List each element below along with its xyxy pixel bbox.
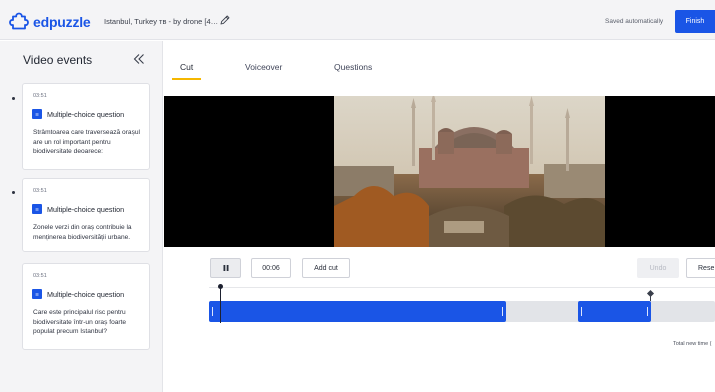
logo-text: edpuzzle [33, 14, 91, 30]
question-text: Zonele verzi din oraș contribuie la menț… [33, 224, 132, 241]
video-title[interactable]: Istanbul, Turkey тв - by drone [4… [104, 17, 218, 26]
timeline-dot [12, 97, 15, 100]
segment-start-handle[interactable] [581, 307, 582, 316]
timeline-ruler [209, 287, 715, 288]
pause-icon [223, 265, 228, 271]
video-player[interactable] [164, 96, 715, 247]
event-time: 03:51 [33, 93, 47, 99]
event-type-label: Multiple-choice question [47, 110, 125, 119]
segment-start-handle[interactable] [212, 307, 213, 316]
tab-cut[interactable]: Cut [180, 62, 193, 72]
add-cut-button[interactable]: Add cut [302, 258, 350, 278]
segment-end-handle[interactable] [647, 307, 648, 316]
segment-end-handle[interactable] [502, 307, 503, 316]
event-card[interactable]: 03:51 ☰ Multiple-choice question Strâmto… [22, 83, 150, 170]
double-chevron-left-icon[interactable] [132, 52, 146, 66]
saved-status: Saved automatically [605, 18, 664, 25]
event-type-label: Multiple-choice question [47, 290, 125, 299]
tab-voiceover[interactable]: Voiceover [245, 62, 282, 72]
timeline-dot [12, 191, 15, 194]
active-tab-indicator [172, 78, 201, 80]
sidebar-title: Video events [23, 53, 93, 67]
event-card[interactable]: 03:51 ☰ Multiple-choice question Care es… [22, 263, 150, 350]
event-time: 03:51 [33, 273, 47, 279]
kept-segment[interactable] [578, 301, 651, 322]
event-card[interactable]: 03:51 ☰ Multiple-choice question Zonele … [22, 178, 150, 252]
video-events-sidebar: Video events 03:51 ☰ Multiple-choice que… [0, 41, 163, 392]
finish-button[interactable]: Finish [675, 10, 715, 33]
video-thumbnail [334, 96, 605, 247]
pencil-icon[interactable] [219, 14, 231, 26]
question-marker-stem [650, 296, 651, 301]
total-new-time-label: Total new time ( [673, 341, 712, 347]
multiple-choice-icon: ☰ [32, 289, 42, 299]
multiple-choice-icon: ☰ [32, 109, 42, 119]
question-text: Care este principalul risc pentru biodiv… [33, 309, 127, 335]
edpuzzle-logo-icon [9, 12, 29, 30]
question-text: Strâmtoarea care traversează orașul are … [33, 129, 141, 155]
current-time-field[interactable]: 00:06 [251, 258, 291, 278]
multiple-choice-icon: ☰ [32, 204, 42, 214]
reset-button[interactable]: Rese [686, 258, 715, 278]
video-frame [334, 96, 605, 247]
playhead[interactable] [220, 287, 221, 323]
kept-segment[interactable] [209, 301, 506, 322]
pause-button[interactable] [210, 258, 241, 278]
undo-button[interactable]: Undo [637, 258, 679, 278]
top-bar: edpuzzle Istanbul, Turkey тв - by drone … [0, 0, 715, 40]
event-type-label: Multiple-choice question [47, 205, 125, 214]
tab-questions[interactable]: Questions [334, 62, 372, 72]
playhead-handle[interactable] [218, 284, 223, 289]
event-time: 03:51 [33, 188, 47, 194]
edpuzzle-logo[interactable]: edpuzzle [9, 12, 91, 32]
